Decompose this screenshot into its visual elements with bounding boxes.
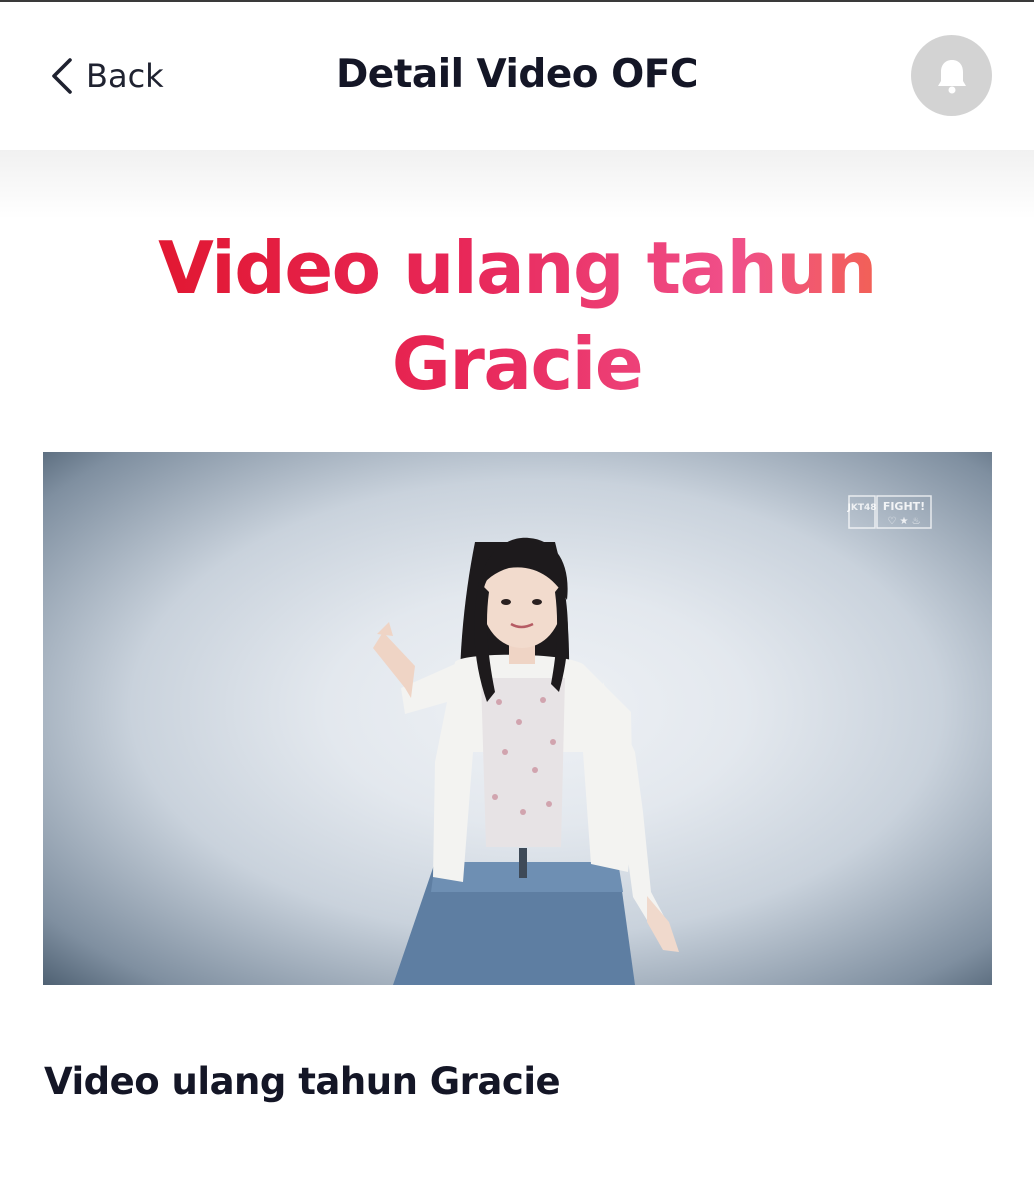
- top-app-bar: Back Detail Video OFC: [0, 2, 1034, 150]
- header-shadow: [0, 150, 1034, 220]
- watermark-logo: JKT48 FIGHT! ♡ ★ ♨: [847, 495, 932, 529]
- app-screen: Back Detail Video OFC Video ulang tahun …: [0, 0, 1034, 1200]
- svg-text:♡ ★ ♨: ♡ ★ ♨: [887, 516, 920, 527]
- hero-title: Video ulang tahun Gracie: [80, 220, 954, 412]
- watermark-jkt-text: JKT48: [847, 503, 877, 513]
- video-player[interactable]: JKT48 FIGHT! ♡ ★ ♨: [43, 452, 992, 985]
- person-posing-icon: [373, 537, 679, 985]
- video-title: Video ulang tahun Gracie: [44, 1060, 561, 1103]
- page-title: Detail Video OFC: [335, 52, 699, 97]
- notification-button[interactable]: [911, 35, 992, 116]
- watermark-fight-text: FIGHT!: [883, 500, 925, 513]
- video-thumbnail: JKT48 FIGHT! ♡ ★ ♨: [373, 495, 932, 985]
- bell-icon: [937, 59, 966, 93]
